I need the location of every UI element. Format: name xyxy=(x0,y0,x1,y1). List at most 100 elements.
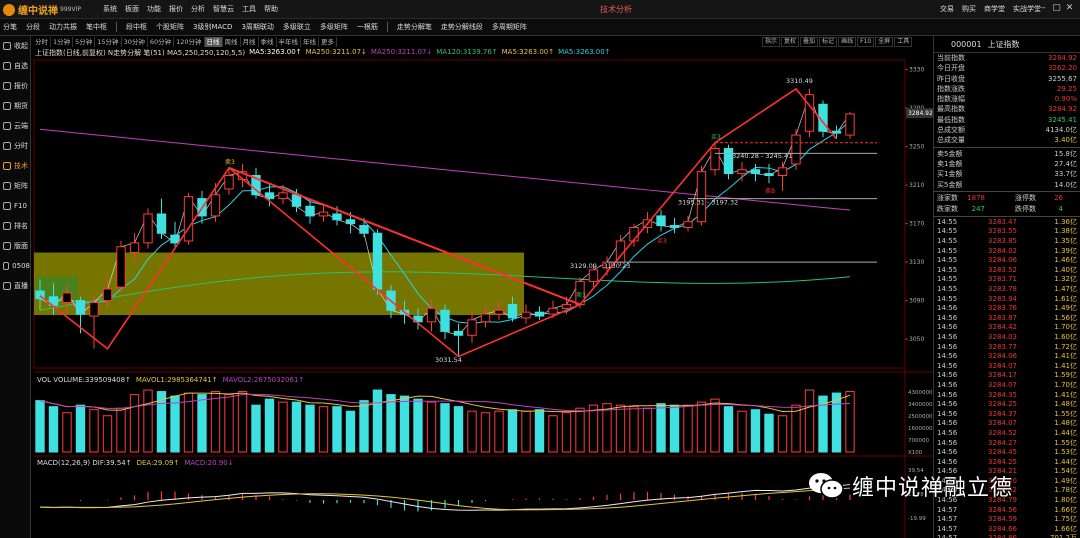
chart-canvas[interactable]: 333032903250321031703130309030503284.923… xyxy=(0,0,933,538)
volume-bar xyxy=(143,389,153,453)
chart-tool-button[interactable]: 标记 xyxy=(819,37,838,47)
price-annotation: 3310.49 xyxy=(786,77,813,85)
chart-tool-button[interactable]: 指示 xyxy=(762,37,781,47)
tick-volume: 1.40亿 xyxy=(1054,265,1077,274)
tick-row: 14:56 3284.07 1.41亿 xyxy=(934,362,1080,372)
period-tab[interactable]: 分时 xyxy=(33,37,51,47)
quote-row: 指数涨跌 29.25 xyxy=(934,84,1080,94)
chart-tool-button[interactable]: 叠加 xyxy=(800,37,819,47)
order-value: 15.8亿 xyxy=(1054,149,1077,158)
volume-bar xyxy=(683,404,693,453)
right-menu-item[interactable]: 交易 xyxy=(940,4,954,14)
volume-bar xyxy=(480,412,491,453)
tick-price: 3284.06 xyxy=(988,352,1017,361)
volume-bar xyxy=(575,407,585,453)
period-tab[interactable]: 周线 xyxy=(223,37,241,47)
tick-volume: 1.66亿 xyxy=(1054,505,1077,514)
macd-tick-label: -19.99 xyxy=(908,516,926,522)
tick-price: 3283.78 xyxy=(988,285,1017,294)
quote-key: 昨日收盘 xyxy=(937,74,965,83)
tick-volume: 1.59亿 xyxy=(1054,371,1077,380)
minimize-icon[interactable]: – xyxy=(1037,3,1050,13)
legend-text: VOL VOLUME:339509408↑ xyxy=(37,376,131,384)
volume-tick-label: 4300000 xyxy=(908,390,933,396)
volume-bar xyxy=(710,398,720,453)
legend-text: MA250:3211.07↓ xyxy=(370,48,433,56)
period-tab[interactable]: 1分钟 xyxy=(51,37,74,47)
tick-time: 14:56 xyxy=(937,323,958,332)
quote-row: 最高指数 3284.92 xyxy=(934,104,1080,114)
candle-body xyxy=(359,225,369,234)
volume-bar xyxy=(224,394,234,453)
period-tab[interactable]: 15分钟 xyxy=(95,37,122,47)
maximize-icon[interactable]: ▢ xyxy=(1050,3,1063,13)
price-tick-label: 3210 xyxy=(909,182,924,189)
period-tab[interactable]: 120分钟 xyxy=(174,37,205,47)
period-tab[interactable]: 半年线 xyxy=(277,37,302,47)
period-tab[interactable]: 日线 xyxy=(204,37,223,47)
tick-row: 14:56 3283.87 1.56亿 xyxy=(934,314,1080,324)
chart-tool-button[interactable]: 全屏 xyxy=(875,37,894,47)
signal-label: 卖3 xyxy=(576,292,586,299)
tick-row: 14:56 3284.25 1.44亿 xyxy=(934,458,1080,468)
candle-body xyxy=(507,303,518,319)
candle-body xyxy=(845,113,855,136)
tick-time: 14:55 xyxy=(937,275,958,284)
volume-tick-label: 700000 xyxy=(908,438,929,444)
legend-text: MA5:3263.00↑ xyxy=(501,48,555,56)
chart-tool-button[interactable]: 复权 xyxy=(781,37,800,47)
period-tab[interactable]: 更多 xyxy=(319,37,338,47)
volume-tick-label: X100 xyxy=(908,450,923,456)
quote-row: 今日开盘 3262.20 xyxy=(934,63,1080,73)
period-tab[interactable]: 月线 xyxy=(241,37,259,47)
candle-body xyxy=(143,213,153,244)
period-tab[interactable]: 60分钟 xyxy=(148,37,175,47)
period-tab[interactable]: 季线 xyxy=(259,37,277,47)
tick-price: 3283.77 xyxy=(988,342,1017,351)
volume-label: VOL VOLUME:339509408↑ MAVOL1:2985364741↑ M… xyxy=(37,376,309,384)
tick-volume: 1.61亿 xyxy=(1054,294,1077,303)
chart-info-line: 上证指数(日线,前复权) N走势分解 笔(51) MA5,250,250,120… xyxy=(35,48,615,58)
volume-bar xyxy=(750,409,761,453)
volume-bar xyxy=(237,391,248,453)
volume-bar xyxy=(696,401,707,453)
tick-time: 14:55 xyxy=(937,256,958,265)
right-menu-item[interactable]: 商学堂 xyxy=(984,4,1005,14)
period-tab[interactable]: 年线 xyxy=(301,37,320,47)
tick-time: 14:55 xyxy=(937,265,958,274)
candle-body xyxy=(210,194,221,217)
tick-time: 14:57 xyxy=(937,524,958,533)
quote-key: 最低指数 xyxy=(937,115,965,124)
candle-body xyxy=(561,303,572,309)
tick-price: 3284.56 xyxy=(988,505,1017,514)
period-tab[interactable]: 30分钟 xyxy=(122,37,148,47)
chart-tool-button[interactable]: 画线 xyxy=(838,37,857,47)
tick-time: 14:56 xyxy=(937,400,958,409)
tick-price: 3284.07 xyxy=(988,419,1017,428)
breadth-key: 跌停数 xyxy=(1015,204,1036,213)
quote-key: 总成交额 xyxy=(937,126,965,135)
tick-time: 14:56 xyxy=(937,313,958,322)
tick-price: 3284.06 xyxy=(988,256,1017,265)
volume-bar xyxy=(305,404,315,453)
breadth-row: 跌家数 247 跌停数 4 xyxy=(934,204,1080,215)
quote-value: 4134.0亿 xyxy=(1045,126,1078,135)
right-menu-item[interactable]: 购买 xyxy=(962,4,976,14)
tick-price: 3284.86 xyxy=(961,534,1017,538)
candle-body xyxy=(318,211,329,217)
chart-tool-button[interactable]: F10 xyxy=(857,37,875,47)
volume-bar xyxy=(440,403,450,453)
legend-text: MACD(12,26,9) DIF:39.54↑ xyxy=(37,459,132,467)
tick-time: 14:57 xyxy=(937,534,961,538)
tick-row: 14:56 3283.77 1.72亿 xyxy=(934,343,1080,353)
close-icon[interactable]: ✕ xyxy=(1063,3,1076,13)
tick-row: 14:56 3283.76 1.49亿 xyxy=(934,304,1080,314)
candle-body xyxy=(75,300,86,315)
quote-value: 3262.20 xyxy=(1048,64,1077,73)
chart-tool-button[interactable]: 工具 xyxy=(894,37,913,47)
legend-text: MA250:3211.07↓ xyxy=(305,48,367,56)
period-tab[interactable]: 5分钟 xyxy=(73,37,96,47)
tick-price: 3283.55 xyxy=(988,227,1017,236)
order-value: 27.4亿 xyxy=(1054,159,1077,168)
tick-time: 14:56 xyxy=(937,428,958,437)
